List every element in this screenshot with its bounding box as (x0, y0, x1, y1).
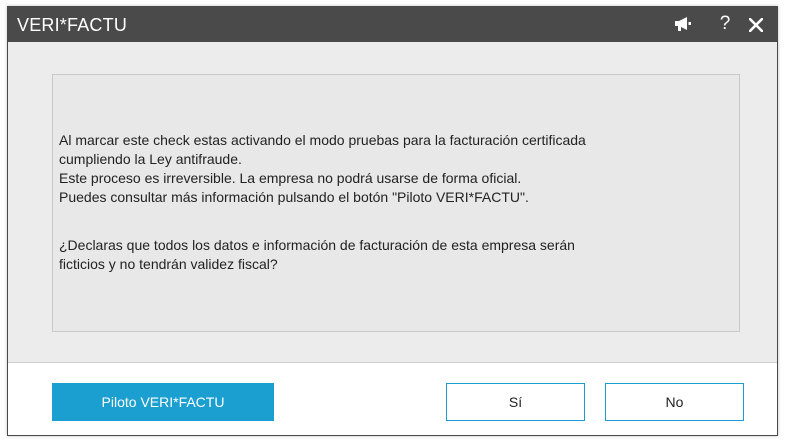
close-icon[interactable] (749, 18, 763, 40)
message-line: Este proceso es irreversible. La empresa… (59, 170, 522, 186)
title-bar[interactable]: VERI*FACTU ? (8, 7, 777, 42)
content-area: Al marcar este check estas activando el … (8, 42, 777, 362)
message-panel: Al marcar este check estas activando el … (52, 74, 740, 332)
question-line: ¿Declaras que todos los datos e informac… (59, 237, 575, 253)
button-bar: Piloto VERI*FACTU Sí No (8, 363, 777, 435)
message-line: Puedes consultar más información pulsand… (59, 189, 529, 205)
dialog-window: VERI*FACTU ? Al marcar este check estas … (7, 6, 778, 436)
piloto-verifactu-button[interactable]: Piloto VERI*FACTU (52, 383, 274, 421)
no-button[interactable]: No (605, 383, 744, 421)
question-line: ficticios y no tendrán validez fiscal? (59, 256, 278, 272)
megaphone-icon[interactable] (673, 15, 693, 37)
help-icon[interactable]: ? (717, 13, 733, 35)
window-title: VERI*FACTU (17, 15, 128, 35)
yes-button[interactable]: Sí (446, 383, 585, 421)
message-line: cumpliendo la Ley antifraude. (59, 151, 242, 167)
message-line: Al marcar este check estas activando el … (59, 132, 586, 148)
